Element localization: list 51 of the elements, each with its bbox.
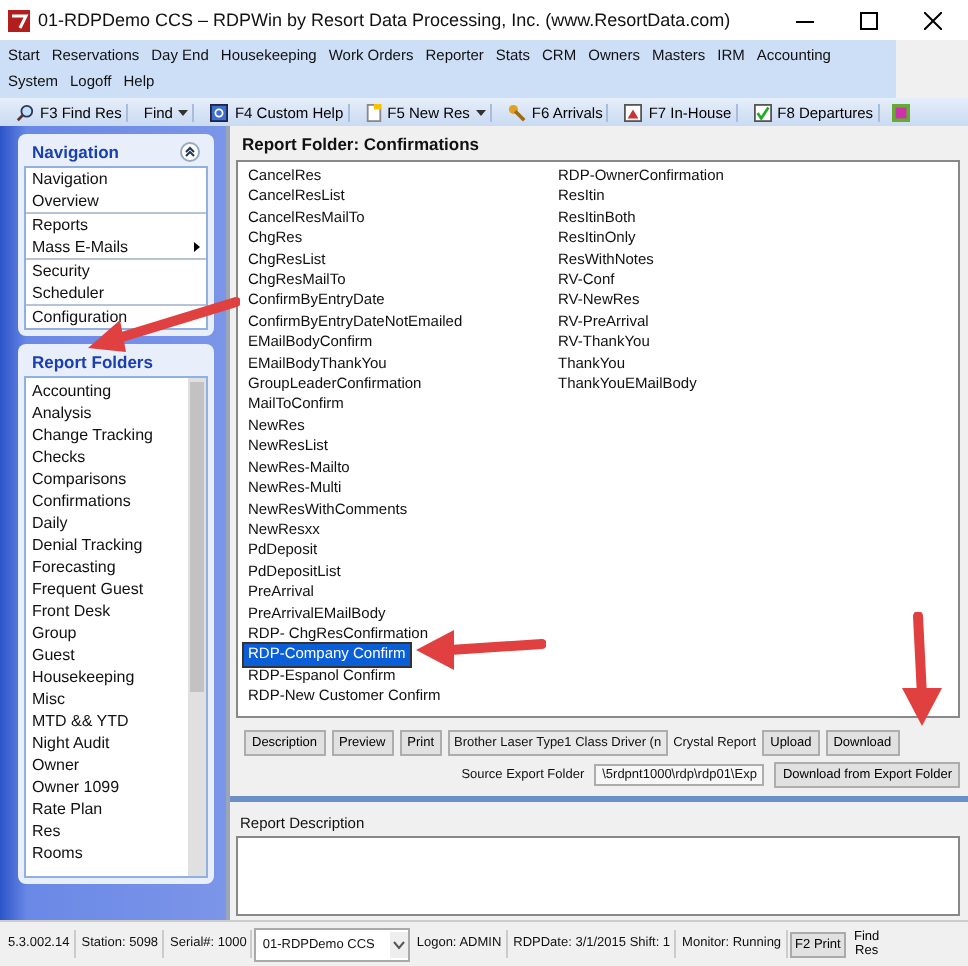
folder-item[interactable]: Misc <box>26 688 188 710</box>
house-icon <box>624 103 643 121</box>
folder-item[interactable]: Analysis <box>26 402 188 424</box>
folder-item[interactable]: Rooms <box>26 842 188 864</box>
panel-title: Report Folders <box>32 352 153 372</box>
nav-item[interactable]: Configuration <box>26 306 206 328</box>
caret-icon <box>475 109 486 115</box>
panel-title: Navigation <box>32 142 119 162</box>
folder-item[interactable]: Housekeeping <box>26 666 188 688</box>
nav-item[interactable]: Navigation <box>26 168 206 190</box>
folder-item[interactable]: Change Tracking <box>26 424 188 446</box>
search-icon <box>16 103 34 121</box>
folder-item[interactable]: Forecasting <box>26 556 188 578</box>
nav-item[interactable]: Reports <box>26 214 206 236</box>
nav-item[interactable]: Overview <box>26 190 206 212</box>
annotation-arrow <box>900 612 944 728</box>
description-field[interactable] <box>236 836 960 916</box>
folder-item[interactable]: Daily <box>26 512 188 534</box>
folder-item[interactable]: Owner <box>26 754 188 776</box>
check-icon <box>753 103 772 121</box>
maximize-icon <box>859 11 877 29</box>
folder-item[interactable]: Rate Plan <box>26 798 188 820</box>
collapse-icon[interactable] <box>180 142 200 162</box>
folder-item[interactable]: MTD && YTD <box>26 710 188 732</box>
nav-item[interactable]: Security <box>26 260 206 282</box>
folder-item[interactable]: Comparisons <box>26 468 188 490</box>
folder-item[interactable]: Guest <box>26 644 188 666</box>
nav-item[interactable]: Scheduler <box>26 282 206 304</box>
grid-icon[interactable] <box>891 103 910 121</box>
caret-icon <box>178 109 189 115</box>
close-icon <box>923 11 941 29</box>
folder-item[interactable]: Frequent Guest <box>26 578 188 600</box>
help-icon <box>210 103 229 121</box>
folder-item[interactable]: Group <box>26 622 188 644</box>
scrollbar[interactable] <box>188 378 206 876</box>
folder-item[interactable]: Front Desk <box>26 600 188 622</box>
folder-header: Report Folder: Confirmations <box>240 132 482 158</box>
folder-item[interactable]: Confirmations <box>26 490 188 512</box>
app-logo-icon <box>8 9 30 31</box>
nav-item[interactable]: Mass E-Mails <box>26 236 206 258</box>
submenu-arrow-icon <box>194 242 200 252</box>
key-icon <box>507 103 526 121</box>
folder-item[interactable]: Night Audit <box>26 732 188 754</box>
window-title: 01-RDPDemo CCS – RDPWin by Resort Data Processing, Inc. (www.ResortData.com) <box>38 10 733 30</box>
dropdown-icon <box>390 931 409 957</box>
page-icon <box>365 103 382 121</box>
folder-item[interactable]: Owner 1099 <box>26 776 188 798</box>
folder-item[interactable]: Accounting <box>26 380 188 402</box>
folder-item[interactable]: Res <box>26 820 188 842</box>
folder-item[interactable]: Checks <box>26 446 188 468</box>
folder-item[interactable]: Denial Tracking <box>26 534 188 556</box>
